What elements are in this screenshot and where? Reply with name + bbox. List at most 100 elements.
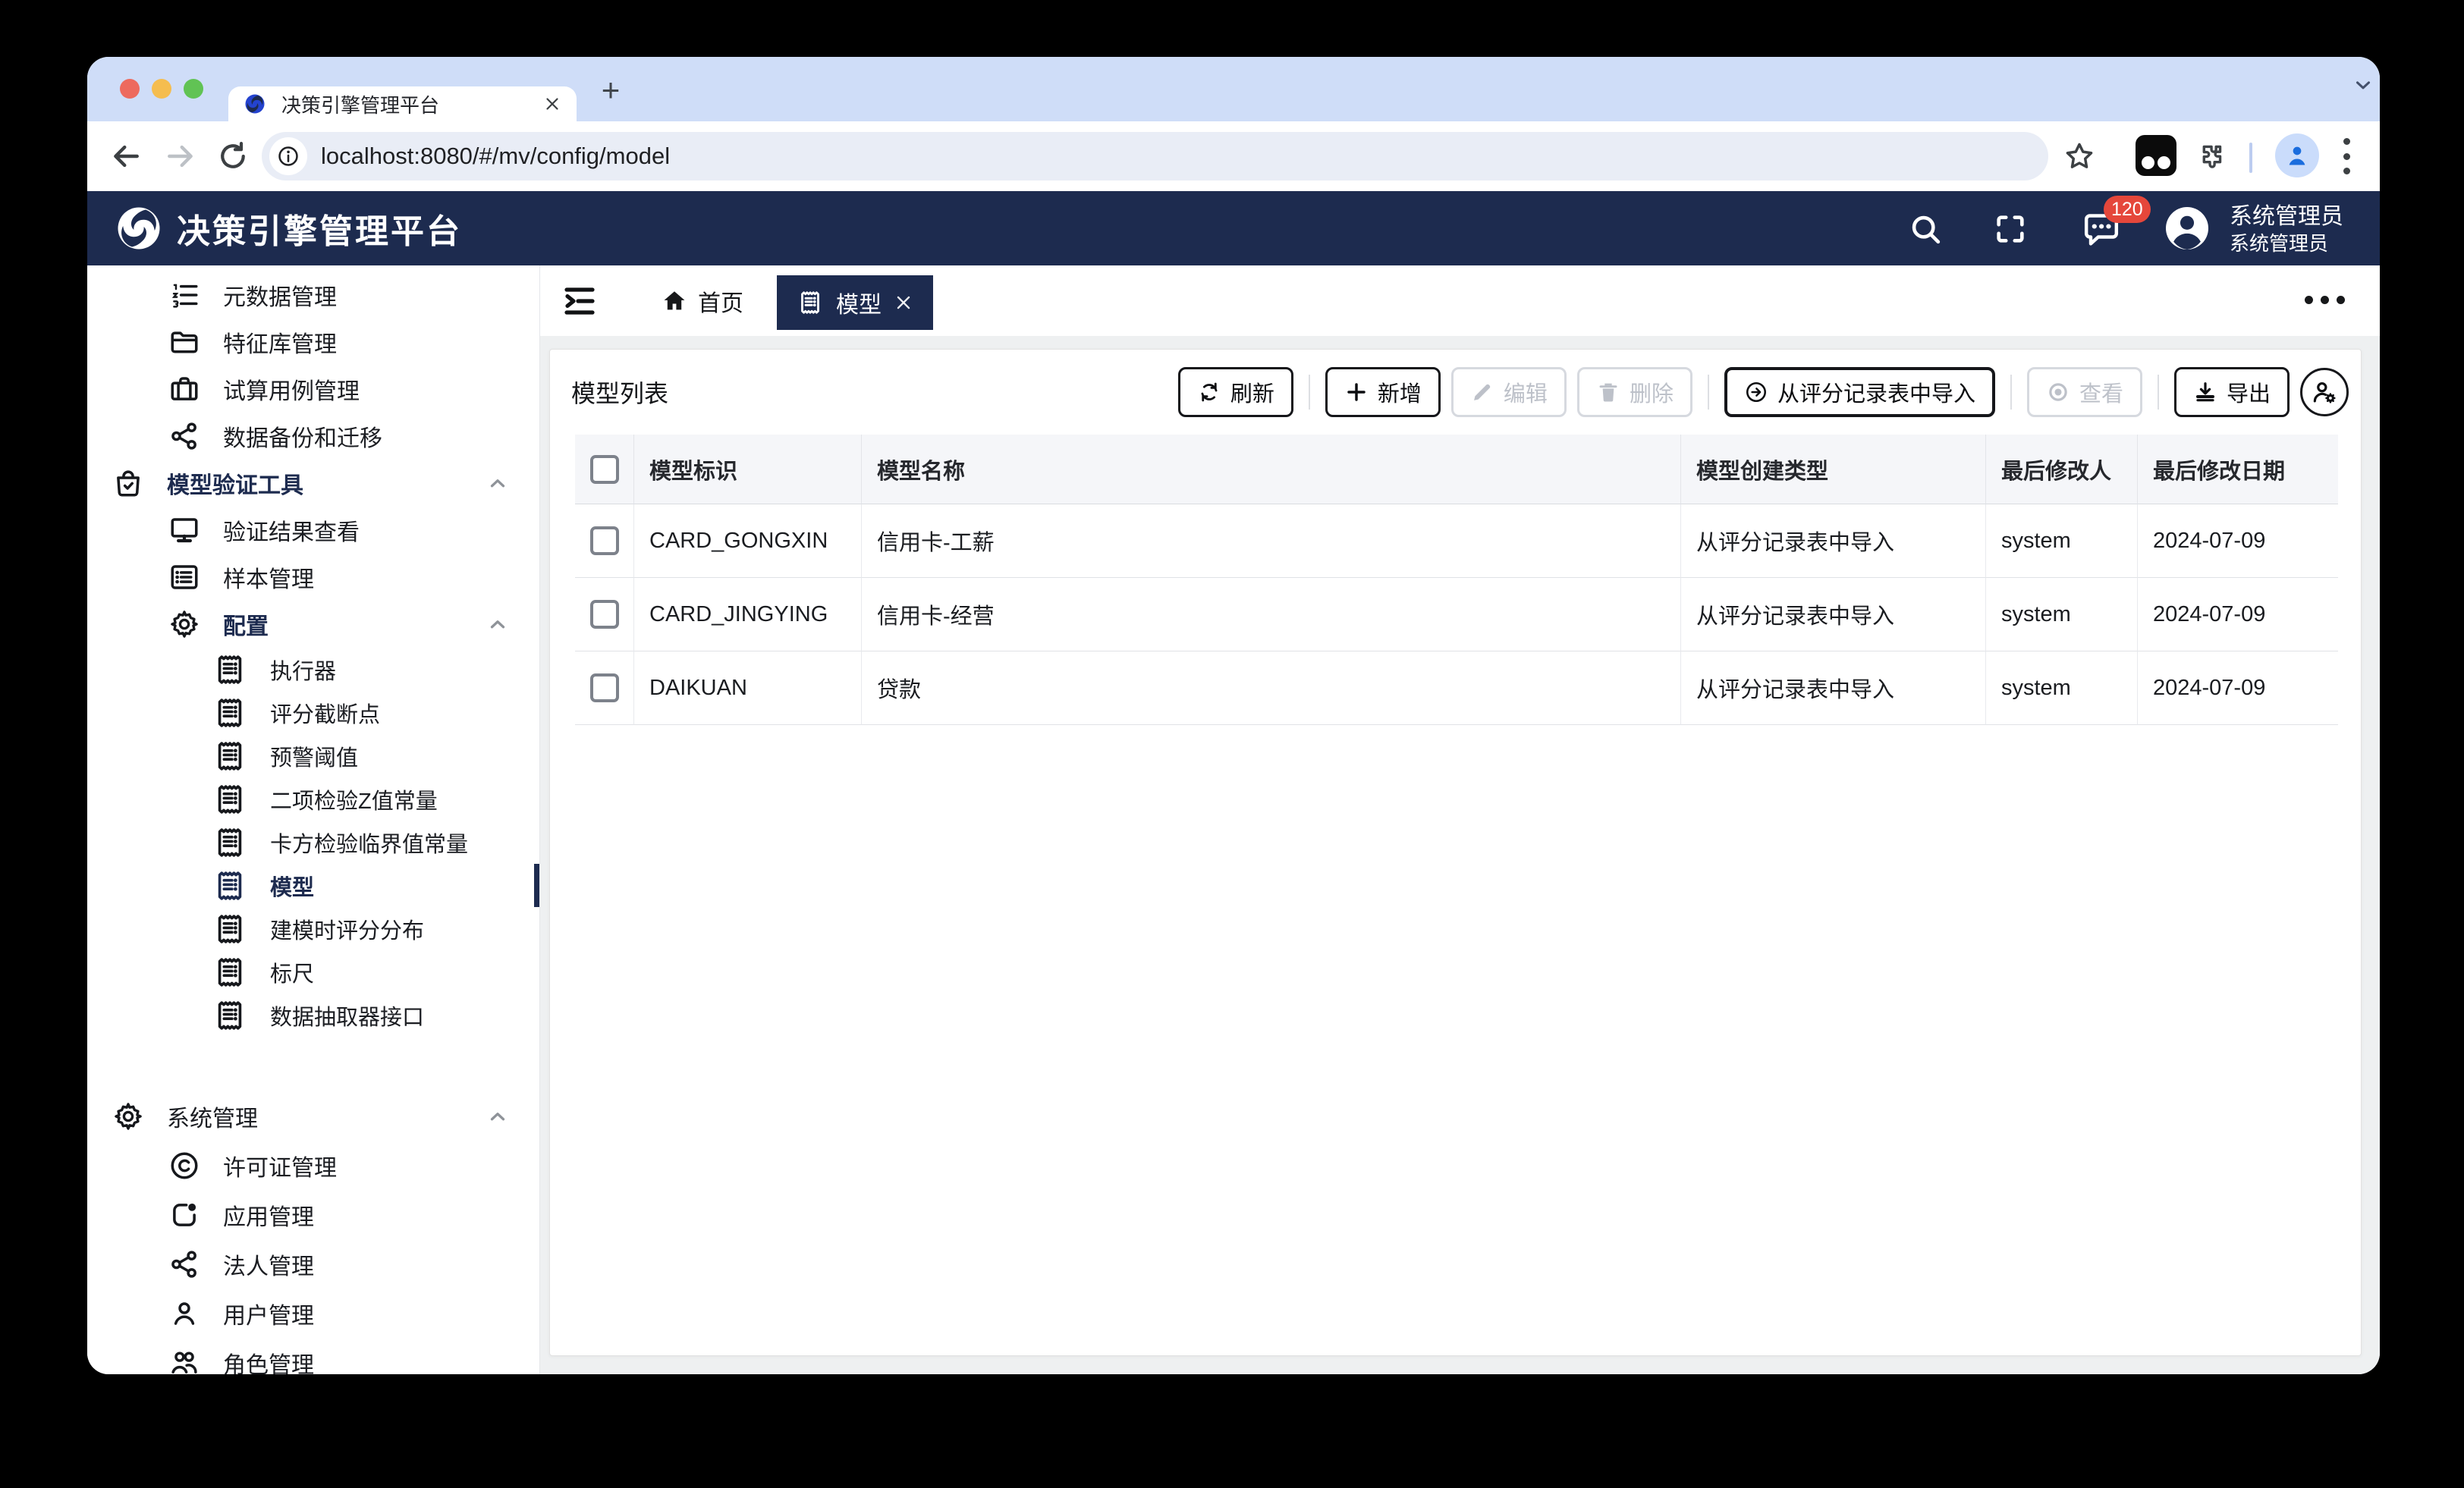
sidebar-item-license-management[interactable]: 许可证管理: [87, 1141, 539, 1190]
user-info[interactable]: 系统管理员 系统管理员: [2230, 202, 2343, 256]
extensions-puzzle-icon[interactable]: [2195, 140, 2228, 173]
sidebar-item-binomial-z-constant[interactable]: 二项检验Z值常量: [87, 777, 539, 821]
refresh-button[interactable]: 刷新: [1177, 367, 1293, 417]
sidebar-item-executor[interactable]: 执行器: [87, 648, 539, 691]
column-header-model-id: 模型标识: [634, 435, 862, 504]
plus-icon: [1347, 383, 1366, 401]
sidebar-item-ruler[interactable]: 标尺: [87, 950, 539, 994]
column-settings-button[interactable]: [2300, 368, 2349, 416]
sidebar-item-user-management[interactable]: 用户管理: [87, 1289, 539, 1338]
eye-icon: [2049, 383, 2067, 401]
reload-icon[interactable]: [216, 140, 250, 173]
user-gear-icon: [2313, 382, 2336, 403]
export-button[interactable]: 导出: [2173, 367, 2290, 417]
row-checkbox[interactable]: [589, 526, 619, 555]
table-row[interactable]: DAIKUAN 贷款 从评分记录表中导入 system 2024-07-09: [575, 651, 2338, 725]
back-icon[interactable]: [110, 140, 143, 173]
cell-model-name: 信用卡-经营: [862, 578, 1681, 651]
search-icon[interactable]: [1908, 212, 1943, 246]
cell-modified-date: 2024-07-09: [2138, 578, 2338, 651]
tab-search-chevron-icon[interactable]: [2352, 74, 2374, 96]
user-icon: [174, 1301, 195, 1325]
browser-menu-icon[interactable]: [2342, 138, 2351, 174]
tab-model-active[interactable]: 模型: [777, 275, 933, 330]
toolbar-divider: [1707, 375, 1709, 410]
sidebar-item-metadata-management[interactable]: 元数据管理: [87, 272, 539, 319]
user-role: 系统管理员: [2230, 232, 2329, 255]
sidebar-menu: 元数据管理 特征库管理 试算用例管理 数据备份和迁移 模型验证工具 验证结果查看…: [87, 265, 540, 1374]
select-all-cell[interactable]: [575, 435, 634, 504]
close-tab-icon[interactable]: [894, 293, 913, 312]
column-header-modified-date: 最后修改日期: [2138, 435, 2338, 504]
add-button[interactable]: 新增: [1325, 367, 1441, 417]
maximize-window-button[interactable]: [184, 79, 203, 99]
main-content: 首页 模型 模型列表 刷新 新增 编辑 删除 从评分记录表中导入 查看 导出 模…: [540, 265, 2380, 1374]
tab-home[interactable]: 首页: [662, 265, 743, 336]
sidebar-item-score-cutoff[interactable]: 评分截断点: [87, 691, 539, 734]
sidebar-item-application-management[interactable]: 应用管理: [87, 1190, 539, 1239]
address-bar[interactable]: localhost:8080/#/mv/config/model: [262, 132, 2048, 181]
close-window-button[interactable]: [120, 79, 140, 99]
view-button[interactable]: 查看: [2026, 367, 2142, 417]
sidebar-item-trial-case[interactable]: 试算用例管理: [87, 366, 539, 413]
user-avatar[interactable]: [2163, 204, 2211, 253]
sidebar-item-data-backup[interactable]: 数据备份和迁移: [87, 413, 539, 460]
browser-tab[interactable]: 决策引擎管理平台: [228, 86, 577, 121]
column-header-create-type: 模型创建类型: [1681, 435, 1986, 504]
model-table: 模型标识 模型名称 模型创建类型 最后修改人 最后修改日期 CARD_GONGX…: [575, 435, 2338, 725]
url-text[interactable]: localhost:8080/#/mv/config/model: [321, 143, 670, 170]
user-name: 系统管理员: [2230, 204, 2343, 229]
sidebar-item-sample-management[interactable]: 样本管理: [87, 554, 539, 601]
tab-more-icon[interactable]: [2305, 296, 2345, 304]
sidebar-item-model[interactable]: 模型: [87, 864, 539, 907]
briefcase-icon: [171, 377, 198, 400]
page-title: 模型列表: [571, 380, 669, 407]
table-row[interactable]: CARD_GONGXIN 信用卡-工薪 从评分记录表中导入 system 202…: [575, 504, 2338, 578]
site-favicon: [245, 93, 265, 115]
minimize-window-button[interactable]: [152, 79, 171, 99]
row-checkbox[interactable]: [589, 600, 619, 629]
sidebar-item-data-extractor-api[interactable]: 数据抽取器接口: [87, 994, 539, 1037]
list-box-icon: [168, 561, 200, 593]
arrow-right-circle-icon: [1746, 381, 1766, 403]
sidebar-item-role-management[interactable]: 角色管理: [87, 1338, 539, 1374]
site-info-icon[interactable]: [269, 137, 307, 175]
forward-icon[interactable]: [163, 140, 196, 173]
browser-tab-strip: 决策引擎管理平台 +: [87, 57, 2380, 121]
sidebar-group-model-validation-tools[interactable]: 模型验证工具: [87, 460, 539, 507]
row-checkbox[interactable]: [589, 673, 619, 702]
receipt-icon: [212, 695, 247, 730]
select-all-checkbox[interactable]: [589, 454, 619, 484]
sidebar-item-warning-threshold[interactable]: 预警阈值: [87, 734, 539, 777]
collapse-sidebar-icon[interactable]: [561, 283, 598, 319]
cell-create-type: 从评分记录表中导入: [1681, 578, 1986, 651]
sidebar-item-feature-library[interactable]: 特征库管理: [87, 319, 539, 366]
toolbar-divider: [1308, 375, 1310, 410]
new-tab-button[interactable]: +: [594, 72, 627, 108]
row-select-cell[interactable]: [575, 504, 634, 578]
cell-model-id: CARD_GONGXIN: [634, 504, 862, 578]
row-select-cell[interactable]: [575, 651, 634, 725]
row-select-cell[interactable]: [575, 578, 634, 651]
browser-profile-avatar[interactable]: [2275, 133, 2319, 177]
sidebar-item-validation-results[interactable]: 验证结果查看: [87, 507, 539, 554]
model-list-card: 模型列表 刷新 新增 编辑 删除 从评分记录表中导入 查看 导出 模型标识 模型…: [549, 349, 2362, 1356]
sidebar-item-modeling-score-distribution[interactable]: 建模时评分分布: [87, 907, 539, 950]
app-logo: [117, 206, 161, 250]
pencil-icon: [1473, 384, 1491, 400]
import-from-score-records-button[interactable]: 从评分记录表中导入: [1724, 367, 1995, 417]
sidebar-group-config[interactable]: 配置: [87, 601, 539, 648]
table-row[interactable]: CARD_JINGYING 信用卡-经营 从评分记录表中导入 system 20…: [575, 578, 2338, 651]
close-tab-icon[interactable]: [543, 95, 561, 113]
extension-box-icon[interactable]: [2136, 135, 2176, 176]
cell-model-name: 信用卡-工薪: [862, 504, 1681, 578]
bookmark-star-icon[interactable]: [2063, 140, 2096, 173]
app-title: 决策引擎管理平台: [177, 213, 462, 250]
sidebar-item-legal-entity-management[interactable]: 法人管理: [87, 1239, 539, 1289]
sidebar-group-system-management[interactable]: 系统管理: [87, 1091, 539, 1141]
sidebar-item-chi-square-constant[interactable]: 卡方检验临界值常量: [87, 821, 539, 864]
edit-button[interactable]: 编辑: [1450, 367, 1567, 417]
delete-button[interactable]: 删除: [1576, 367, 1692, 417]
window-controls[interactable]: [120, 79, 203, 99]
fullscreen-icon[interactable]: [1993, 212, 2028, 246]
